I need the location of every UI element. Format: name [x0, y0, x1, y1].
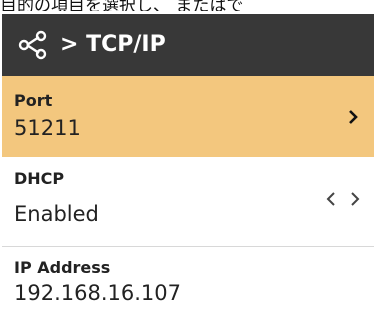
- row-value: 192.168.16.107: [14, 281, 181, 305]
- settings-row-dhcp[interactable]: DHCP Enabled: [2, 157, 374, 247]
- row-label: Port: [14, 91, 53, 110]
- row-value: Enabled: [14, 202, 99, 226]
- chevron-left-icon[interactable]: [326, 191, 336, 207]
- header-bar: > TCP/IP: [2, 14, 374, 76]
- chevron-right-icon[interactable]: [348, 109, 358, 125]
- instruction-caption: 目的の項目を選択し、 またはで: [0, 0, 244, 11]
- row-label: DHCP: [14, 169, 65, 188]
- share-icon[interactable]: [18, 30, 48, 60]
- settings-row-port[interactable]: Port 51211: [2, 76, 374, 157]
- row-value: 51211: [14, 116, 81, 140]
- chevron-right-icon[interactable]: [350, 191, 360, 207]
- page-title: > TCP/IP: [60, 32, 166, 57]
- row-label: IP Address: [14, 258, 111, 277]
- settings-row-ip-address[interactable]: IP Address 192.168.16.107: [2, 247, 374, 309]
